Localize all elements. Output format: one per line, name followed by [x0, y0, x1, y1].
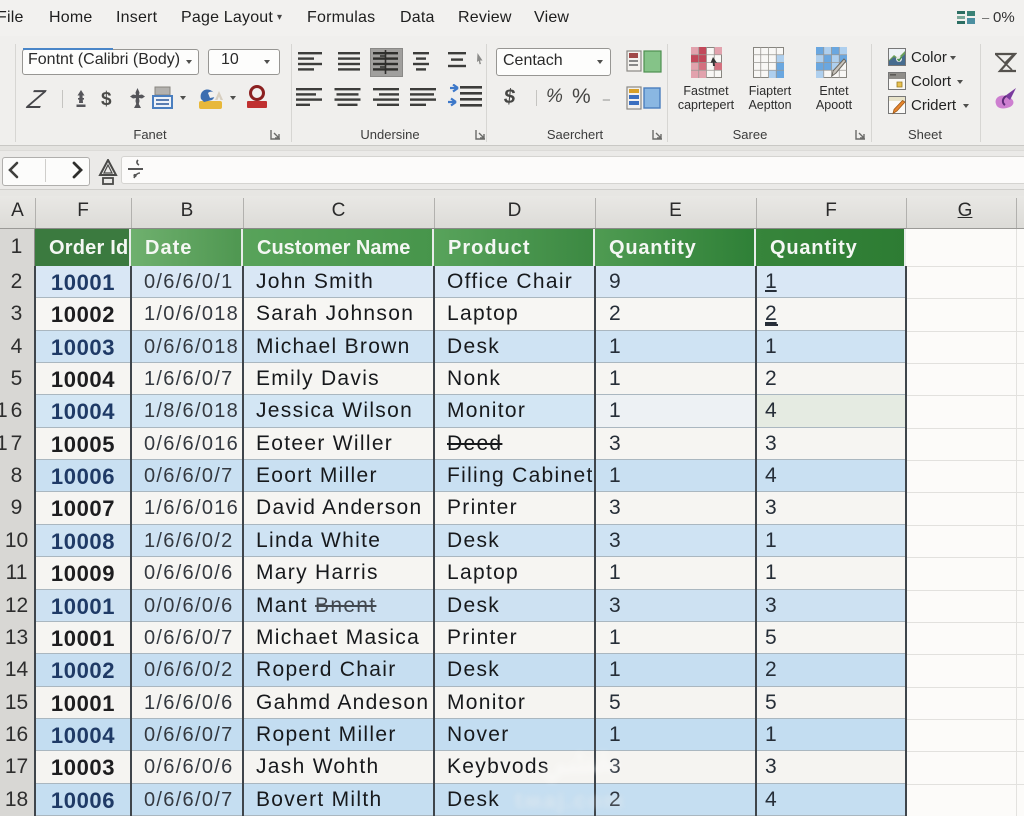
- svg-text:$: $: [101, 89, 112, 110]
